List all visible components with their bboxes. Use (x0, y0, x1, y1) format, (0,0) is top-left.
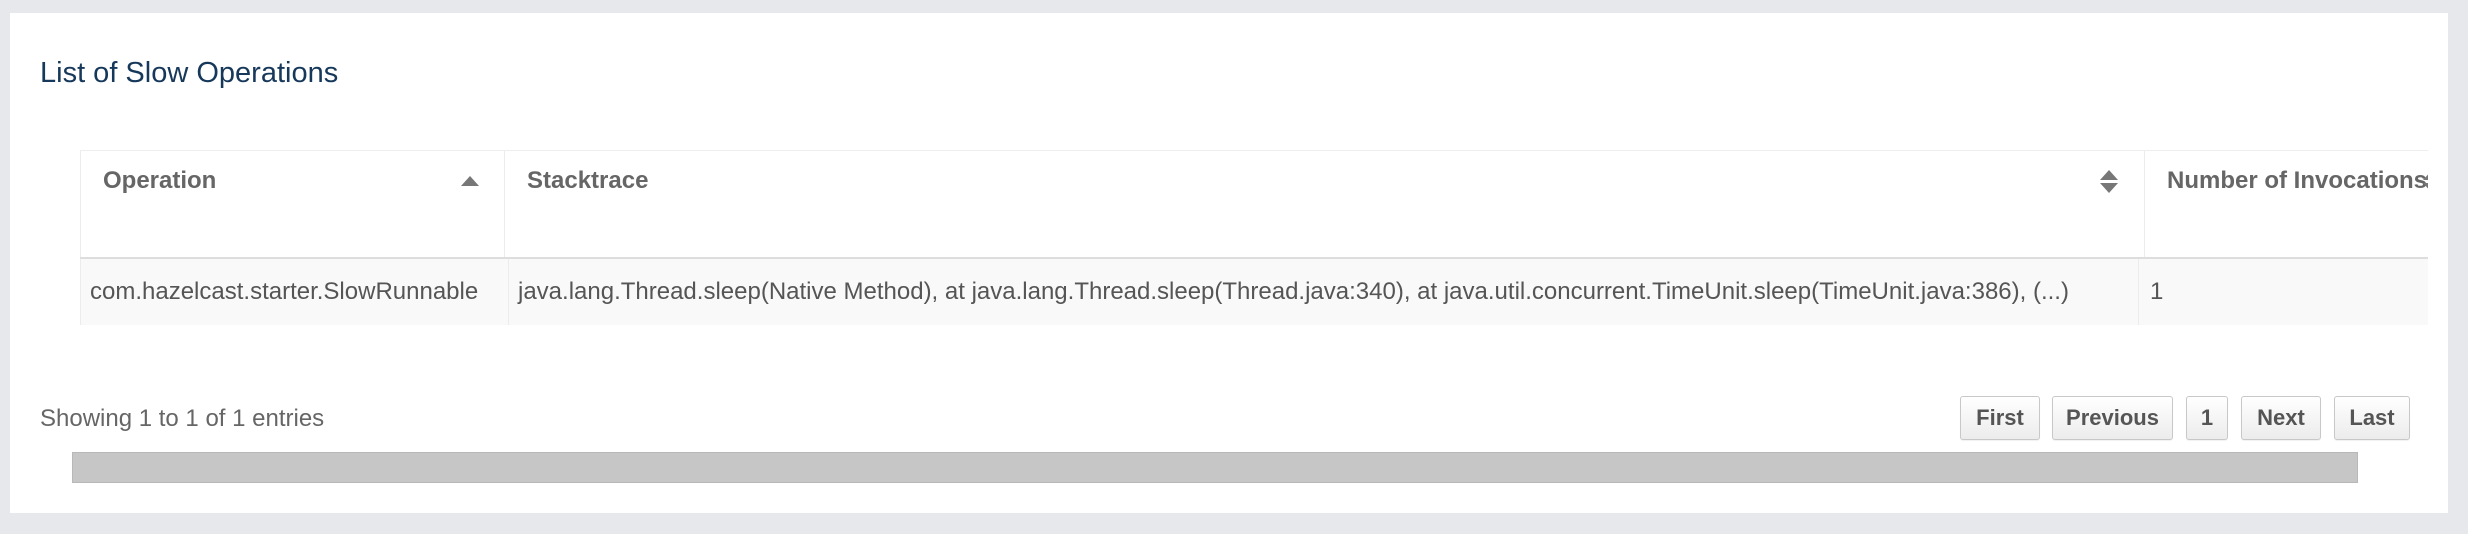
page-1-button[interactable]: 1 (2186, 396, 2228, 440)
cell-operation: com.hazelcast.starter.SlowRunnable (80, 259, 508, 325)
column-label-operation: Operation (103, 167, 217, 194)
column-header-stacktrace[interactable]: Stacktrace (504, 151, 2144, 257)
panel-title: List of Slow Operations (40, 57, 339, 89)
column-header-invocations[interactable]: Number of Invocations (2144, 151, 2428, 257)
sort-both-icon (2100, 170, 2118, 196)
sort-ascending-icon (461, 176, 479, 186)
last-page-button[interactable]: Last (2334, 396, 2410, 440)
previous-page-button[interactable]: Previous (2052, 396, 2173, 440)
table-row[interactable]: com.hazelcast.starter.SlowRunnable java.… (80, 259, 2428, 325)
cell-stacktrace: java.lang.Thread.sleep(Native Method), a… (508, 259, 2138, 325)
sort-both-icon (2423, 170, 2428, 196)
slow-operations-panel: List of Slow Operations Operation Stackt… (10, 13, 2448, 513)
table-info: Showing 1 to 1 of 1 entries (40, 405, 325, 432)
cell-invocations: 1 (2138, 259, 2428, 325)
first-page-button[interactable]: First (1960, 396, 2040, 440)
slow-operations-table: Operation Stacktrace Number of Invocatio… (70, 136, 2428, 326)
table-header: Operation Stacktrace Number of Invocatio… (80, 150, 2428, 259)
horizontal-scrollbar[interactable] (72, 452, 2358, 483)
next-page-button[interactable]: Next (2241, 396, 2321, 440)
column-label-invocations: Number of Invocations (2167, 167, 2428, 194)
column-label-stacktrace: Stacktrace (527, 167, 649, 194)
column-header-operation[interactable]: Operation (80, 151, 504, 257)
